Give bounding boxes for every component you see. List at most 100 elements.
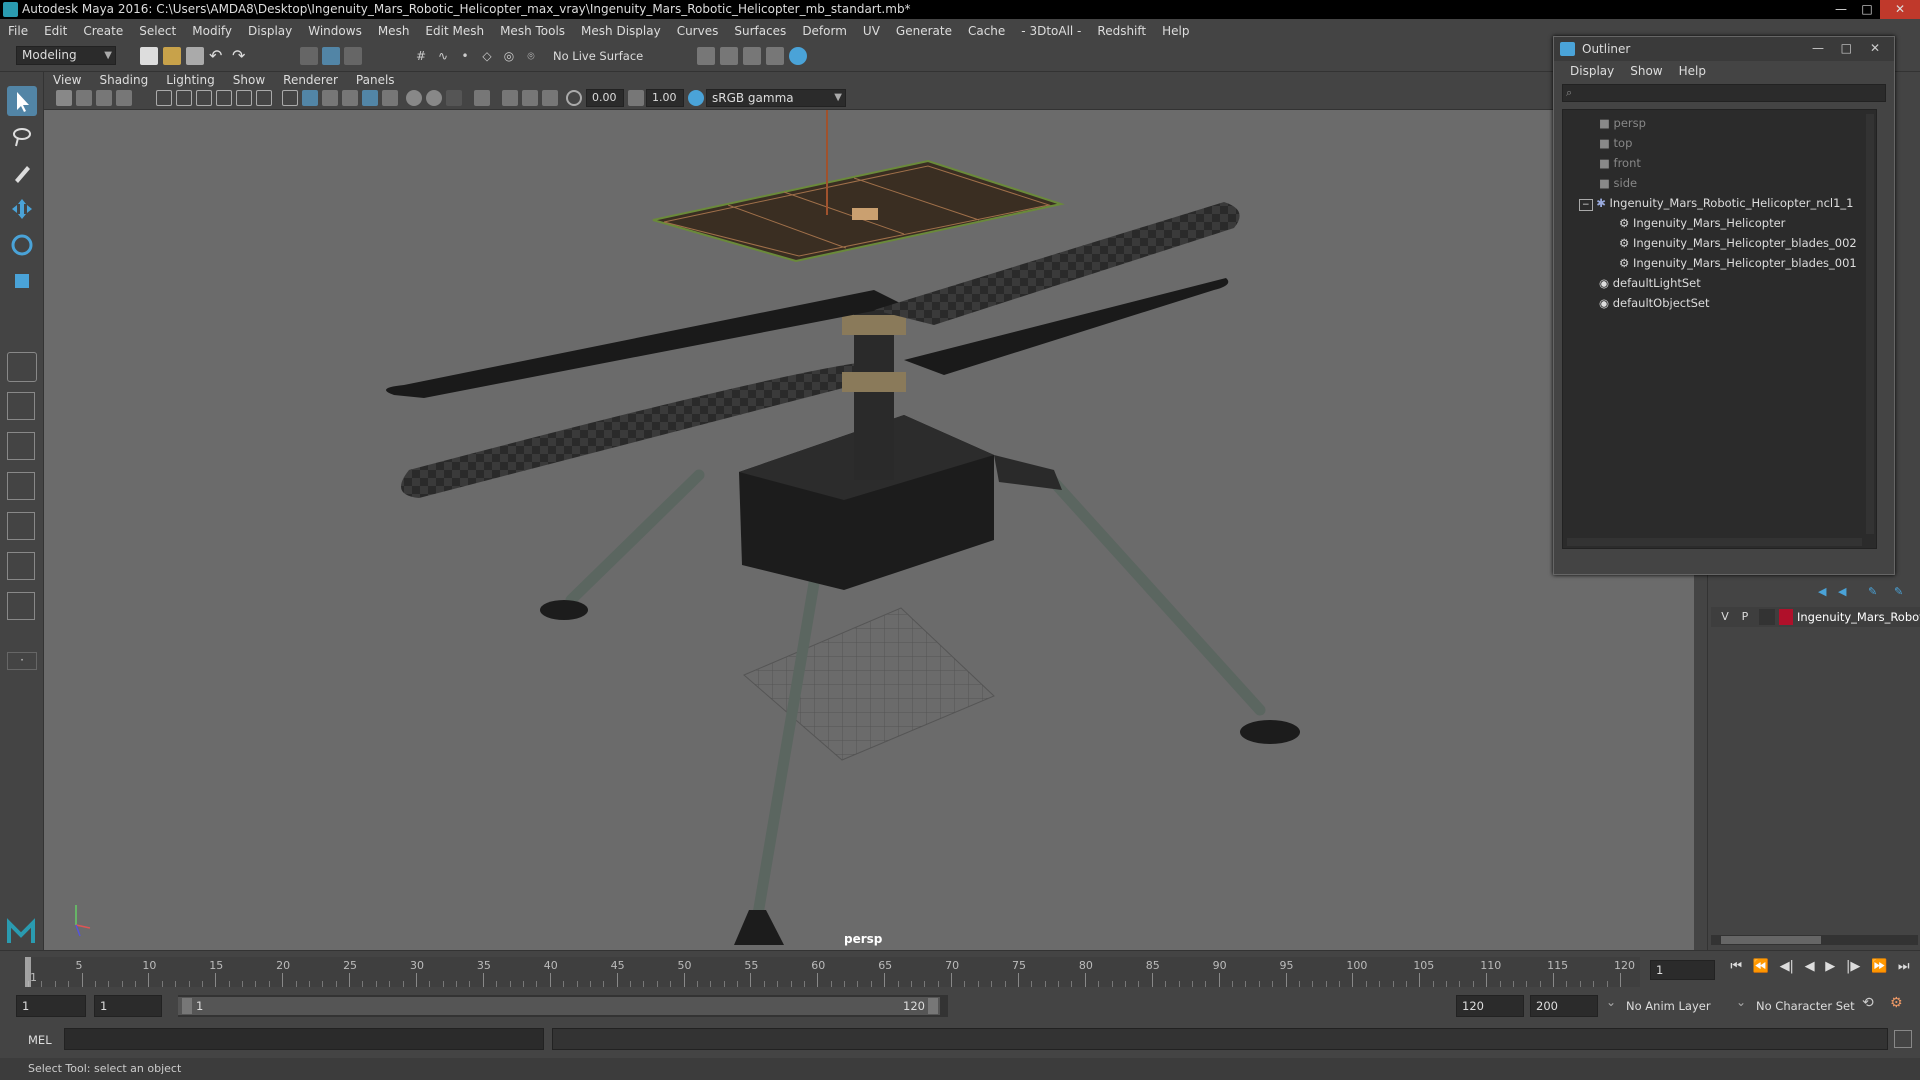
menu-mesh-tools[interactable]: Mesh Tools — [492, 24, 573, 38]
toolbox-options-button[interactable]: · — [7, 652, 37, 670]
grid-toggle-icon[interactable] — [156, 90, 172, 106]
field-chart-icon[interactable] — [236, 90, 252, 106]
render-settings-icon[interactable] — [697, 47, 715, 65]
wireframe-icon[interactable] — [282, 90, 298, 106]
wireframe-on-shaded-icon[interactable] — [342, 90, 358, 106]
layer-scrollbar[interactable] — [1711, 935, 1918, 945]
hypershade-layout-icon[interactable] — [7, 592, 35, 620]
script-editor-icon[interactable] — [1894, 1030, 1912, 1048]
single-pane-layout-icon[interactable] — [7, 392, 35, 420]
auto-key-icon[interactable]: ⟲ — [1862, 995, 1882, 1015]
menu-3dtoall[interactable]: - 3DtoAll - — [1013, 24, 1089, 38]
last-used-tool-icon[interactable] — [7, 352, 37, 382]
character-set-dropdown[interactable]: No Character Set — [1756, 995, 1866, 1017]
outliner-close-button[interactable]: ✕ — [1870, 41, 1880, 55]
chevron-down-icon[interactable]: ⌄ — [1736, 995, 1748, 1009]
four-pane-layout-icon[interactable] — [7, 432, 35, 460]
persp-graph-layout-icon[interactable] — [7, 552, 35, 580]
step-back-frame-icon[interactable]: ◀| — [1780, 959, 1794, 981]
layer-scrollbar-thumb[interactable] — [1721, 936, 1821, 944]
step-forward-key-icon[interactable]: ⏩ — [1871, 959, 1887, 981]
snap-point-icon[interactable]: • — [456, 47, 474, 65]
select-by-component-icon[interactable] — [344, 47, 362, 65]
outliner-item-helicopter[interactable]: ⚙ Ingenuity_Mars_Helicopter — [1619, 214, 1785, 232]
mode-selector[interactable]: Modeling ▼ — [16, 46, 116, 65]
range-slider-handle-bar[interactable]: 1 120 — [178, 997, 940, 1015]
redo-icon[interactable]: ↷ — [232, 47, 250, 65]
script-language-toggle[interactable]: MEL — [28, 1030, 60, 1050]
animation-end-field[interactable]: 200 — [1530, 995, 1598, 1017]
motion-blur-icon[interactable] — [446, 90, 462, 106]
snap-view-plane-icon[interactable]: ◇ — [478, 47, 496, 65]
layer-playback-toggle[interactable]: P — [1737, 609, 1753, 625]
range-start-grip[interactable] — [182, 998, 192, 1014]
menu-uv[interactable]: UV — [855, 24, 888, 38]
menu-help[interactable]: Help — [1154, 24, 1197, 38]
film-gate-icon[interactable] — [176, 90, 192, 106]
time-slider[interactable]: 1 5 10 15 20 25 30 35 40 45 50 55 60 65 70 75 80 85 90 95 10… — [0, 950, 1920, 990]
menu-modify[interactable]: Modify — [184, 24, 240, 38]
outliner-maximize-button[interactable]: □ — [1841, 41, 1852, 55]
gamma-icon[interactable] — [628, 90, 644, 106]
textured-icon[interactable] — [362, 90, 378, 106]
redshift-render-icon[interactable] — [789, 47, 807, 65]
outliner-search-input[interactable]: ⌕ — [1562, 84, 1886, 102]
ambient-occlusion-icon[interactable] — [426, 90, 442, 106]
viewport-menu-show[interactable]: Show — [224, 73, 274, 87]
viewport-menu-view[interactable]: View — [44, 73, 90, 87]
outliner-item-blades-001[interactable]: ⚙ Ingenuity_Mars_Helicopter_blades_001 — [1619, 254, 1857, 272]
animation-start-field[interactable]: 1 — [16, 995, 86, 1017]
playback-end-field[interactable]: 120 — [1456, 995, 1524, 1017]
playback-start-field[interactable]: 1 — [94, 995, 162, 1017]
gamma-field[interactable]: 1.00 — [646, 89, 684, 107]
layer-name[interactable]: Ingenuity_Mars_Robot — [1797, 608, 1920, 626]
menu-curves[interactable]: Curves — [669, 24, 727, 38]
menu-select[interactable]: Select — [131, 24, 184, 38]
menu-deform[interactable]: Deform — [794, 24, 855, 38]
lasso-tool-icon[interactable] — [7, 122, 37, 152]
menu-mesh-display[interactable]: Mesh Display — [573, 24, 669, 38]
use-all-lights-icon[interactable] — [382, 90, 398, 106]
step-forward-frame-icon[interactable]: |▶ — [1846, 959, 1860, 981]
layer-up-icon[interactable]: ◀ — [1818, 585, 1836, 599]
viewport-menu-lighting[interactable]: Lighting — [157, 73, 224, 87]
undo-icon[interactable]: ↶ — [209, 47, 227, 65]
chevron-down-icon[interactable]: ⌄ — [1606, 995, 1618, 1009]
preferences-icon[interactable]: ⚙ — [1890, 995, 1910, 1015]
xray-joints-icon[interactable] — [522, 90, 538, 106]
menu-redshift[interactable]: Redshift — [1089, 24, 1154, 38]
outliner-minimize-button[interactable]: — — [1812, 41, 1824, 55]
persp-outliner-layout-icon[interactable] — [7, 512, 35, 540]
menu-display[interactable]: Display — [240, 24, 300, 38]
snap-surface-icon[interactable]: ◎ — [500, 47, 518, 65]
menu-create[interactable]: Create — [75, 24, 131, 38]
menu-edit-mesh[interactable]: Edit Mesh — [417, 24, 492, 38]
rotate-tool-icon[interactable] — [7, 230, 37, 260]
outliner-menu-display[interactable]: Display — [1562, 64, 1622, 78]
range-end-grip[interactable] — [928, 998, 938, 1014]
menu-cache[interactable]: Cache — [960, 24, 1013, 38]
step-back-key-icon[interactable]: ⏪ — [1753, 959, 1769, 981]
menu-windows[interactable]: Windows — [300, 24, 370, 38]
move-tool-icon[interactable] — [7, 194, 37, 224]
ipr-render-icon[interactable] — [743, 47, 761, 65]
layer-visibility-toggle[interactable]: V — [1717, 609, 1733, 625]
camera-select-icon[interactable] — [56, 90, 72, 106]
outliner-vertical-scrollbar[interactable] — [1866, 114, 1874, 534]
go-to-end-icon[interactable]: ⏭ — [1898, 959, 1910, 981]
range-slider[interactable]: 1 120 — [178, 995, 948, 1017]
current-time-marker[interactable] — [25, 957, 31, 987]
viewport-menu-shading[interactable]: Shading — [90, 73, 157, 87]
xray-icon[interactable] — [502, 90, 518, 106]
collapse-toggle-icon[interactable]: − — [1579, 199, 1593, 211]
new-layer-icon[interactable]: ✎ — [1868, 585, 1886, 599]
close-button[interactable]: ✕ — [1880, 0, 1920, 19]
open-scene-icon[interactable] — [163, 47, 181, 65]
outliner-horizontal-scrollbar[interactable] — [1567, 538, 1862, 546]
select-by-object-icon[interactable] — [322, 47, 340, 65]
outliner-item-blades-002[interactable]: ⚙ Ingenuity_Mars_Helicopter_blades_002 — [1619, 234, 1857, 252]
save-scene-icon[interactable] — [186, 47, 204, 65]
gate-mask-icon[interactable] — [216, 90, 232, 106]
snap-curve-icon[interactable]: ∿ — [434, 47, 452, 65]
maximize-button[interactable]: □ — [1854, 0, 1880, 19]
